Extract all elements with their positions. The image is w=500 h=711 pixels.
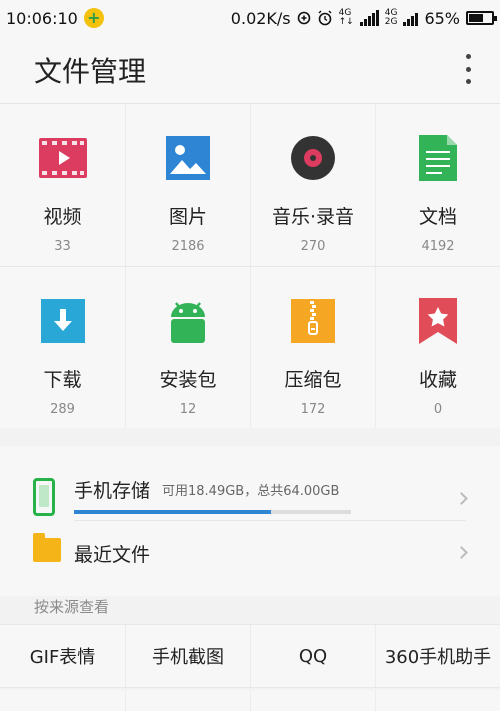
source-item[interactable]: 手机截图 (125, 625, 250, 687)
chevron-right-icon (455, 492, 468, 505)
document-icon (414, 134, 462, 182)
category-count: 270 (300, 239, 326, 254)
category-grid: 视频 33 图片 2186 音乐·录音 270 文档 4192 下载 289 安… (0, 104, 500, 428)
storage-progress-bar (74, 510, 351, 514)
video-icon (38, 134, 87, 182)
signal-icon-1 (359, 10, 379, 26)
signal-icon-2 (403, 10, 419, 26)
folder-icon (33, 533, 61, 562)
storage-progress-fill (74, 510, 271, 514)
category-music[interactable]: 音乐·录音 270 (250, 104, 375, 266)
network-type-2: 4G 2G (384, 8, 398, 27)
category-count: 289 (50, 402, 75, 417)
category-label: 压缩包 (284, 369, 342, 391)
phone-storage-item[interactable]: 手机存储 可用18.49GB，总共64.00GB (0, 460, 500, 524)
category-documents[interactable]: 文档 4192 (375, 104, 500, 266)
category-count: 0 (433, 402, 443, 417)
storage-title: 手机存储 (74, 480, 151, 502)
category-count: 2186 (171, 239, 205, 254)
category-count: 12 (179, 402, 197, 417)
category-count: 33 (54, 239, 71, 254)
status-time: 10:06:10 (6, 8, 78, 28)
app-header: 文件管理 (0, 36, 500, 104)
source-grid: GIF表情 手机截图 QQ 360手机助手 (0, 624, 500, 688)
source-item[interactable]: GIF表情 (0, 625, 125, 687)
category-label: 收藏 (418, 369, 457, 391)
divider (74, 520, 466, 521)
bookmark-star-icon (414, 297, 462, 345)
alarm-icon (318, 10, 332, 26)
category-label: 下载 (43, 369, 82, 391)
image-icon (164, 134, 212, 182)
more-options-icon[interactable] (462, 54, 474, 84)
category-downloads[interactable]: 下载 289 (0, 267, 125, 428)
category-label: 图片 (168, 206, 207, 228)
network-type-1: 4G ↑↓ (338, 8, 354, 27)
battery-icon (466, 11, 497, 25)
status-bar: 10:06:10 0.02K/s 4G↑↓ 4G2G 65% (0, 0, 500, 36)
storage-card: 手机存储 可用18.49GB，总共64.00GB 最近文件 (0, 446, 500, 596)
app-notification-icon (83, 8, 104, 28)
category-images[interactable]: 图片 2186 (125, 104, 250, 266)
data-saver-icon (297, 11, 310, 25)
category-label: 安装包 (159, 369, 217, 391)
category-archives[interactable]: 压缩包 172 (250, 267, 375, 428)
source-item[interactable]: QQ (250, 625, 375, 687)
phone-icon (33, 478, 55, 516)
android-icon (164, 297, 212, 345)
section-label-by-source: 按来源查看 (34, 598, 110, 616)
battery-percent: 65% (424, 8, 460, 28)
recent-files-item[interactable]: 最近文件 (0, 526, 500, 582)
source-grid-next-row (0, 690, 500, 711)
category-label: 视频 (43, 206, 82, 228)
storage-meta: 可用18.49GB，总共64.00GB (162, 484, 340, 499)
recent-files-label: 最近文件 (74, 544, 151, 566)
category-apk[interactable]: 安装包 12 (125, 267, 250, 428)
download-icon (39, 297, 87, 345)
category-video[interactable]: 视频 33 (0, 104, 125, 266)
page-title: 文件管理 (34, 54, 147, 88)
category-count: 172 (300, 402, 326, 417)
music-disc-icon (289, 134, 337, 182)
source-item[interactable]: 360手机助手 (375, 625, 500, 687)
category-label: 音乐·录音 (271, 206, 355, 228)
category-label: 文档 (418, 206, 457, 228)
zip-icon (289, 297, 337, 345)
network-speed: 0.02K/s (230, 8, 291, 28)
category-count: 4192 (421, 239, 455, 254)
category-favorites[interactable]: 收藏 0 (375, 267, 500, 428)
chevron-right-icon (455, 546, 468, 559)
